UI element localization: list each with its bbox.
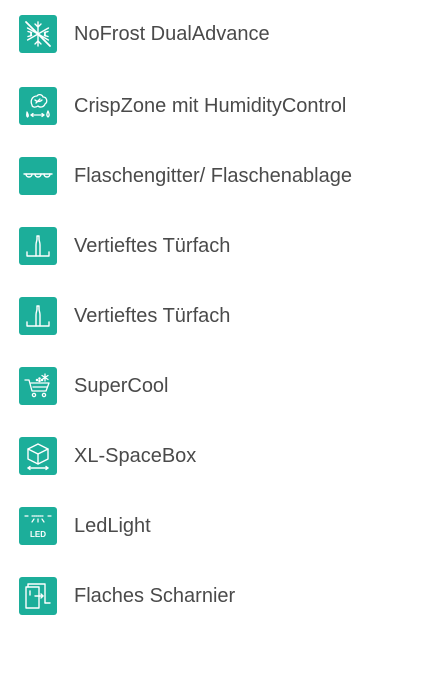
feature-item-supercool: SuperCool (19, 367, 439, 405)
feature-label: Vertieftes Türfach (74, 235, 231, 257)
space-box-icon (19, 437, 57, 475)
led-light-icon: LED (19, 507, 57, 545)
bottle-rack-icon (19, 157, 57, 195)
feature-label: CrispZone mit HumidityControl (74, 95, 347, 117)
supercool-cart-icon (19, 367, 57, 405)
feature-label: Flaches Scharnier (74, 585, 236, 607)
feature-item-door-shelf-2: Vertieftes Türfach (19, 297, 439, 335)
door-shelf-icon (19, 297, 57, 335)
feature-label: Flaschengitter/ Flaschenablage (74, 165, 352, 187)
feature-item-flat-hinge: Flaches Scharnier (19, 577, 439, 615)
feature-label: XL-SpaceBox (74, 445, 197, 467)
feature-item-spacebox: XL-SpaceBox (19, 437, 439, 475)
feature-label: NoFrost DualAdvance (74, 23, 270, 45)
feature-item-ledlight: LED LedLight (19, 507, 439, 545)
feature-list: NoFrost DualAdvance CrispZone mit Humidi… (0, 0, 445, 695)
snowflake-crossed-icon (19, 15, 57, 53)
humidity-control-icon (19, 87, 57, 125)
led-icon-text: LED (30, 530, 46, 539)
feature-label: Vertieftes Türfach (74, 305, 231, 327)
feature-label: SuperCool (74, 375, 169, 397)
door-shelf-icon (19, 227, 57, 265)
feature-item-bottle-rack: Flaschengitter/ Flaschenablage (19, 157, 439, 195)
feature-item-crispzone: CrispZone mit HumidityControl (19, 87, 439, 125)
feature-item-door-shelf-1: Vertieftes Türfach (19, 227, 439, 265)
feature-item-nofrost: NoFrost DualAdvance (19, 15, 439, 53)
feature-label: LedLight (74, 515, 151, 537)
flat-hinge-icon (19, 577, 57, 615)
